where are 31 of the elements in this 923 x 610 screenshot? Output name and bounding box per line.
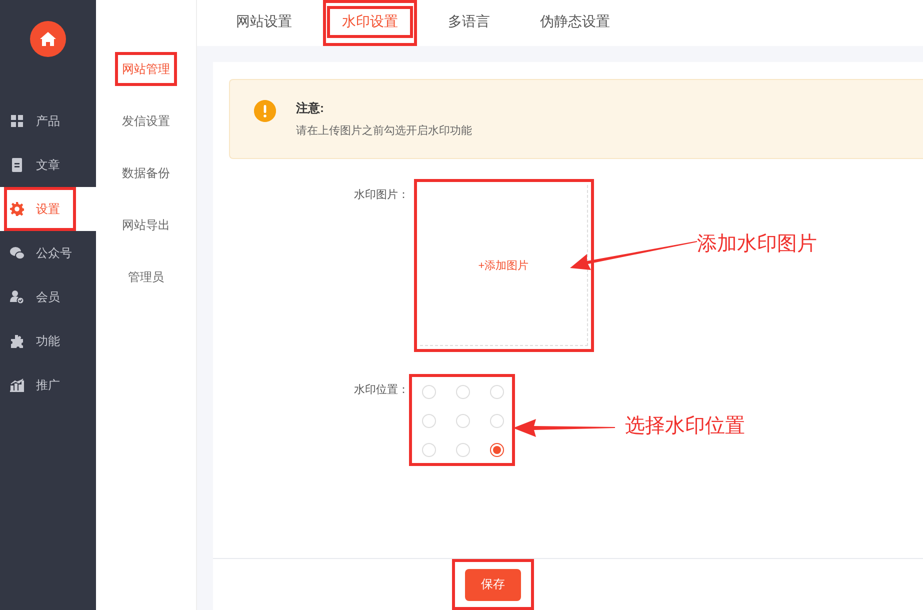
home-button[interactable] xyxy=(30,21,66,57)
sidebar-item[interactable]: 产品 xyxy=(0,99,96,143)
nav-icon xyxy=(10,114,24,128)
warning-icon xyxy=(254,100,276,122)
notice-title: 注意: xyxy=(296,100,325,117)
nav-icon xyxy=(10,378,24,392)
tab[interactable]: 伪静态设置 xyxy=(521,0,629,46)
notice-text: 请在上传图片之前勾选开启水印功能 xyxy=(296,124,472,138)
sidebar-item[interactable]: 文章 xyxy=(0,143,96,187)
subnav-item[interactable]: 网站导出 xyxy=(115,208,177,242)
callout-text: 选择水印位置 xyxy=(625,414,745,439)
nav-icon xyxy=(10,290,24,304)
sidebar-item[interactable]: 会员 xyxy=(0,275,96,319)
sidebar-item[interactable]: 公众号 xyxy=(0,231,96,275)
tab[interactable]: 网站设置 xyxy=(217,0,311,46)
tab[interactable]: 多语言 xyxy=(429,0,509,46)
sidebar-item[interactable]: 推广 xyxy=(0,363,96,407)
nav-icon xyxy=(10,202,24,216)
nav-icon xyxy=(10,246,24,260)
home-icon xyxy=(40,32,56,46)
nav-icon xyxy=(10,158,24,172)
field-label: 水印位置： xyxy=(353,383,409,398)
field-label: 水印图片： xyxy=(353,188,409,203)
sidebar-item[interactable]: 功能 xyxy=(0,319,96,363)
subnav-item[interactable]: 数据备份 xyxy=(115,156,177,190)
callout-text: 添加水印图片 xyxy=(697,232,817,257)
nav-icon xyxy=(10,334,24,348)
subnav-item[interactable]: 发信设置 xyxy=(115,104,177,138)
subnav-item[interactable]: 管理员 xyxy=(121,260,171,294)
radio-button[interactable] xyxy=(490,443,504,457)
highlight-frame: 设置 xyxy=(4,187,76,231)
